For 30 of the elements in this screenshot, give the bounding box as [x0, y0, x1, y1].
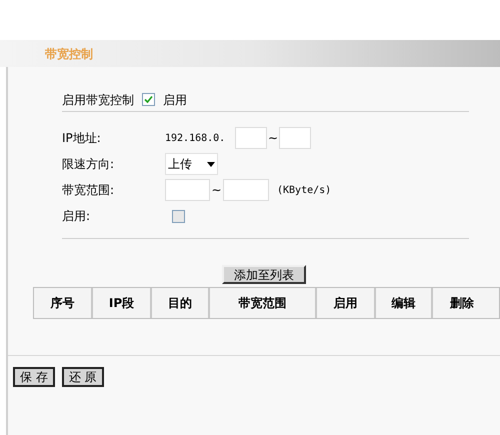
- action-button[interactable]: 还 原: [62, 367, 104, 387]
- column-header: IP段: [93, 288, 152, 318]
- range-separator: ~: [210, 182, 223, 199]
- option-label: 启用: [163, 92, 187, 108]
- field-label: 启用:: [62, 208, 92, 225]
- range-separator: ~: [267, 130, 279, 147]
- enable-checkbox[interactable]: [142, 92, 155, 106]
- column-header: 编辑: [376, 288, 433, 318]
- field-label: IP地址:: [62, 130, 102, 147]
- add-to-list-button[interactable]: 添加至列表: [222, 265, 306, 284]
- input-field[interactable]: [165, 179, 210, 201]
- check-icon: [144, 94, 153, 104]
- page-title: 带宽控制: [45, 46, 93, 62]
- direction-select[interactable]: 上传: [165, 153, 218, 175]
- input-field[interactable]: [223, 179, 269, 201]
- enable-checkbox[interactable]: [172, 210, 185, 222]
- input-field[interactable]: [235, 127, 267, 149]
- column-header: 启用: [317, 288, 376, 318]
- dropdown-caret-icon: [207, 162, 215, 166]
- input-field[interactable]: [279, 127, 311, 149]
- action-button[interactable]: 保 存: [13, 367, 55, 387]
- unit-label: (KByte/s): [277, 184, 332, 198]
- field-label: 带宽范围:: [62, 182, 116, 199]
- field-label: 限速方向:: [62, 156, 116, 173]
- column-header: 序号: [34, 288, 93, 318]
- field-label: 启用带宽控制: [62, 92, 134, 108]
- column-header: 删除: [448, 295, 475, 312]
- column-header: 目的: [152, 288, 210, 318]
- ip-prefix: 192.168.0.: [165, 132, 226, 146]
- column-header: 带宽范围: [210, 288, 317, 318]
